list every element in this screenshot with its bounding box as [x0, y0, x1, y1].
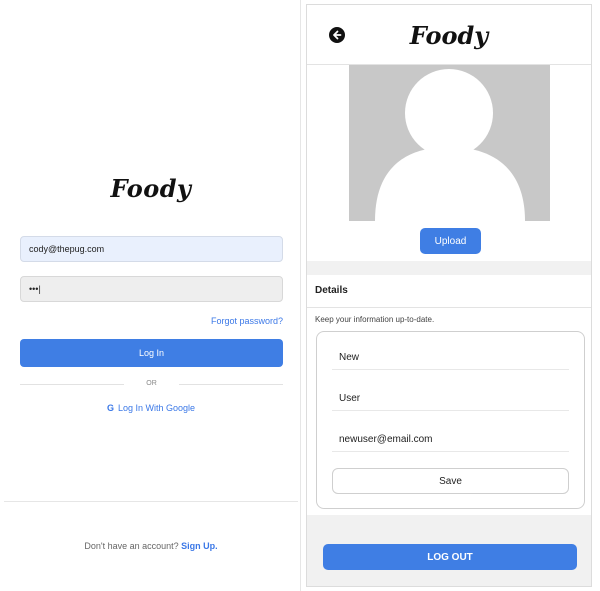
avatar-section: Upload — [307, 65, 591, 261]
signup-prompt-text: Don't have an account? — [84, 541, 179, 551]
divider — [4, 501, 298, 502]
divider — [307, 307, 591, 308]
save-button[interactable]: Save — [332, 468, 569, 494]
upload-button[interactable]: Upload — [420, 228, 481, 254]
panel-divider — [300, 0, 301, 591]
forgot-password-link[interactable]: Forgot password? — [211, 316, 283, 326]
google-login-button[interactable]: G Log In With Google — [4, 403, 298, 413]
login-button[interactable]: Log In — [20, 339, 283, 367]
email-input[interactable] — [20, 236, 283, 262]
app-logo: Foody — [110, 174, 192, 203]
user-silhouette-icon — [375, 69, 525, 221]
app-logo: Foody — [409, 21, 489, 50]
signup-link[interactable]: Sign Up. — [181, 541, 218, 551]
logout-button[interactable]: LOG OUT — [323, 544, 577, 570]
first-name-field[interactable] — [332, 346, 569, 370]
signup-prompt: Don't have an account? Sign Up. — [4, 541, 298, 551]
or-separator: OR — [20, 378, 283, 390]
google-login-label: Log In With Google — [117, 403, 196, 413]
google-icon: G — [106, 403, 114, 413]
last-name-field[interactable] — [332, 387, 569, 411]
password-input[interactable] — [20, 276, 283, 302]
section-subtitle: Keep your information up-to-date. — [315, 315, 435, 324]
divider — [179, 384, 283, 385]
profile-form: Save — [316, 331, 585, 509]
section-title: Details — [315, 285, 348, 296]
login-screen: Foody Forgot password? Log In OR GLog In… — [4, 4, 298, 587]
profile-screen: Foody Upload Details Keep your informati… — [306, 4, 592, 587]
avatar-placeholder — [349, 65, 550, 221]
header: Foody — [307, 5, 591, 65]
email-field[interactable] — [332, 428, 569, 452]
details-section: Details Keep your information up-to-date… — [307, 275, 591, 515]
